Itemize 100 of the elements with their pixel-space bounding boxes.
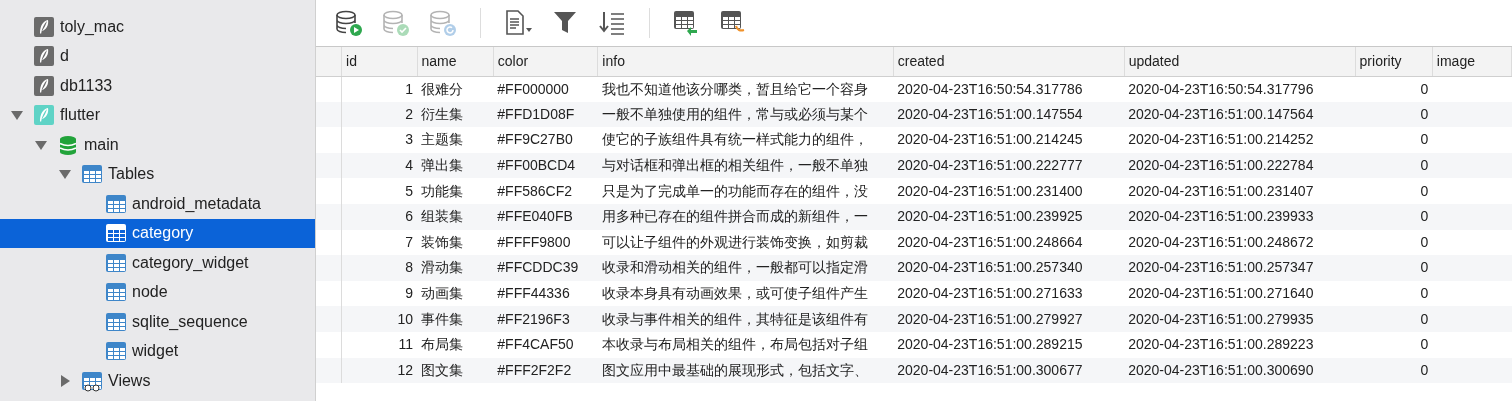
table-cell: 5 [341, 178, 418, 204]
table-cell: 0 [1355, 101, 1433, 128]
table-cell: #FF2196F3 [493, 306, 598, 332]
table-cell: 10 [341, 306, 418, 332]
table-cell: 收录本身具有动画效果，或可使子组件产生 [597, 280, 894, 307]
database-run-icon [335, 9, 363, 37]
table-cell: 12 [341, 357, 418, 384]
table-cell: 2020-04-23T16:51:00.239933 [1124, 203, 1356, 230]
table-cell: 装饰集 [417, 229, 494, 256]
table-cell: 动画集 [417, 280, 494, 307]
table-cell: 本收录与布局相关的组件，布局包括对子组 [597, 331, 894, 358]
table-cell: #FF9C27B0 [493, 127, 598, 153]
document-menu-button[interactable] [503, 8, 533, 38]
table-cell: 2020-04-23T16:51:00.147554 [893, 101, 1125, 128]
table-cell: 6 [341, 203, 418, 230]
table-cell: 0 [1355, 229, 1433, 256]
column-header[interactable]: updated [1124, 47, 1356, 76]
expand-triangle-icon[interactable] [58, 373, 72, 388]
table-cell: 2020-04-23T16:51:00.289215 [893, 331, 1125, 358]
table-cell: #FFF2F2F2 [493, 357, 598, 384]
table-cell: 2020-04-23T16:51:00.248672 [1124, 229, 1356, 256]
table-cell: 2020-04-23T16:51:00.214245 [893, 127, 1125, 153]
database-refresh-icon [429, 9, 457, 37]
table-cell: 2020-04-23T16:51:00.222784 [1124, 152, 1356, 179]
column-header[interactable]: color [493, 47, 598, 76]
table-cell: 0 [1355, 331, 1433, 358]
sort-icon [598, 9, 626, 37]
table-cell: #FF586CF2 [493, 178, 598, 204]
tree-label: Tables [108, 164, 155, 185]
tree-label: Views [108, 370, 151, 391]
tree-item[interactable]: toly_mac [0, 12, 315, 42]
table-cell: 图文应用中最基础的展现形式，包括文字、 [597, 357, 894, 384]
table-cell: 7 [341, 229, 418, 256]
table-cell: 主题集 [417, 127, 494, 153]
table-cell: 2020-04-23T16:51:00.231400 [893, 178, 1125, 204]
tree-item[interactable]: db1133 [0, 71, 315, 101]
column-header[interactable]: image [1432, 47, 1512, 76]
table-cell: 0 [1355, 306, 1433, 332]
table-cell: 0 [1355, 357, 1433, 384]
table-cell: 0 [1355, 178, 1433, 204]
tree-label: widget [132, 341, 179, 362]
tree-item[interactable]: sqlite_sequence [0, 307, 315, 337]
table-cell: 0 [1355, 127, 1433, 153]
table-cell: 我也不知道他该分哪类，暂且给它一个容身 [597, 76, 894, 102]
tree-item[interactable]: Views [0, 366, 315, 396]
table-cell: 2 [341, 101, 418, 128]
table-cell: 收录和滑动相关的组件，一般都可以指定滑 [597, 255, 894, 281]
tree-label: d [60, 46, 69, 67]
tree-item[interactable]: android_metadata [0, 189, 315, 219]
table-cell: 弹出集 [417, 152, 494, 179]
table-cell: 0 [1355, 255, 1433, 281]
tree-label: db1133 [60, 75, 113, 96]
tree-item[interactable]: category_widget [0, 248, 315, 278]
table-cell: 很难分 [417, 76, 494, 102]
tree-label: category_widget [132, 252, 249, 273]
tree-item[interactable]: main [0, 130, 315, 160]
tree-label: category [132, 223, 194, 244]
table-cell: 2020-04-23T16:51:00.214252 [1124, 127, 1356, 153]
table-cell: 衍生集 [417, 101, 494, 128]
tree-item[interactable]: category [0, 218, 315, 248]
table-cell: 2020-04-23T16:51:00.257347 [1124, 255, 1356, 281]
tree-label: sqlite_sequence [132, 311, 248, 332]
table-cell: #FFFF9800 [493, 229, 598, 256]
tree-label: main [84, 134, 119, 155]
table-cell: 2020-04-23T16:51:00.300690 [1124, 357, 1356, 384]
table-cell: 0 [1355, 203, 1433, 230]
column-header[interactable]: created [893, 47, 1125, 76]
column-header[interactable]: name [417, 47, 494, 76]
table-icon [105, 340, 127, 363]
tree-label: android_metadata [132, 193, 261, 214]
table-cell: #FFCDDC39 [493, 255, 598, 281]
table-cell: #FFD1D08F [493, 101, 598, 128]
column-header[interactable]: info [597, 47, 894, 76]
table-cell: 一般不单独使用的组件，常与或必须与某个 [597, 101, 894, 128]
database-run-button[interactable] [334, 8, 364, 38]
tree-item[interactable]: flutter [0, 100, 315, 130]
tree-item[interactable]: widget [0, 336, 315, 366]
tree-item[interactable]: Tables [0, 159, 315, 189]
table-cell: 可以让子组件的外观进行装饰变换，如剪裁 [597, 229, 894, 256]
table-cell: 2020-04-23T16:51:00.231407 [1124, 178, 1356, 204]
table-cell: 2020-04-23T16:51:00.300677 [893, 357, 1125, 384]
glasses-table-icon [81, 369, 103, 392]
table-cell: 事件集 [417, 306, 494, 332]
table-cell: 2020-04-23T16:51:00.239925 [893, 203, 1125, 230]
column-header[interactable]: priority [1355, 47, 1433, 76]
table-cell: 2020-04-23T16:51:00.289223 [1124, 331, 1356, 358]
table-icon [105, 222, 127, 245]
table-cell: 0 [1355, 280, 1433, 307]
table-cell: 2020-04-23T16:51:00.147564 [1124, 101, 1356, 128]
column-header[interactable]: id [341, 47, 418, 76]
tree-item[interactable]: d [0, 41, 315, 71]
table-cell: 2020-04-23T16:50:54.317796 [1124, 76, 1356, 102]
table-cell: 布局集 [417, 331, 494, 358]
table-cell: 4 [341, 152, 418, 179]
table-cell: 2020-04-23T16:51:00.271633 [893, 280, 1125, 307]
tree-item[interactable]: node [0, 277, 315, 307]
table-cell: 2020-04-23T16:51:00.271640 [1124, 280, 1356, 307]
table-cell: 收录与事件相关的组件，其特征是该组件有 [597, 306, 894, 332]
table-cell: #FFE040FB [493, 203, 598, 230]
table-cell: 2020-04-23T16:50:54.317786 [893, 76, 1125, 102]
